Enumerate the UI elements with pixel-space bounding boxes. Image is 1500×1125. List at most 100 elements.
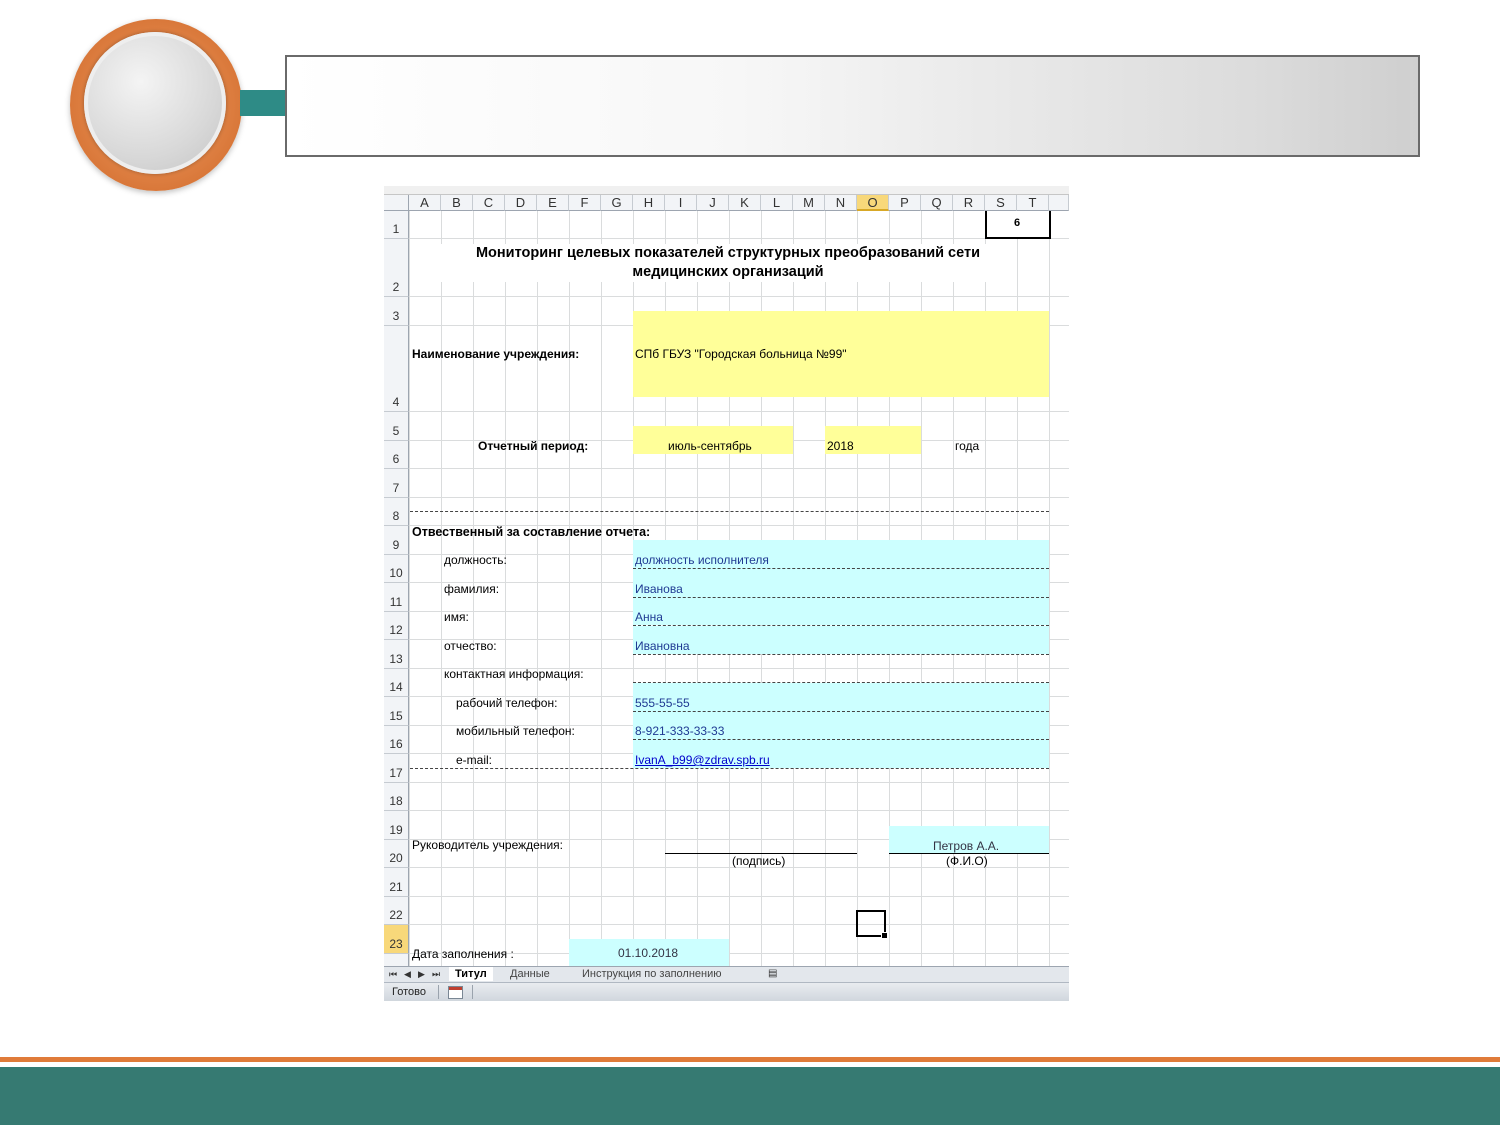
column-header[interactable]: P xyxy=(889,195,921,211)
column-header[interactable]: F xyxy=(569,195,601,211)
row-header[interactable]: 20 xyxy=(384,840,409,868)
field-value-surname[interactable]: Иванова xyxy=(635,582,683,596)
field-value-mobile[interactable]: 8-921-333-33-33 xyxy=(635,724,724,738)
row-header[interactable]: 22 xyxy=(384,897,409,925)
decorative-connector xyxy=(240,90,286,116)
date-value[interactable]: 01.10.2018 xyxy=(618,946,678,960)
macro-record-icon[interactable] xyxy=(448,986,463,999)
column-header[interactable]: C xyxy=(473,195,505,211)
column-header[interactable]: Q xyxy=(921,195,953,211)
period-value[interactable]: июль-сентябрь xyxy=(668,439,752,453)
column-header[interactable]: R xyxy=(953,195,985,211)
sheet-tab-bar: ⏮ ◀ ▶ ⏭ Титул Данные Инструкция по запол… xyxy=(384,966,1069,982)
status-bar: Готово xyxy=(384,982,1069,1001)
select-all-corner[interactable] xyxy=(384,195,409,211)
row-header[interactable]: 3 xyxy=(384,297,409,326)
spreadsheet-top-edge xyxy=(384,186,1069,195)
year-suffix: года xyxy=(955,439,980,453)
spreadsheet-screenshot: ABCDEFGHIJKLMNOPQRST 1 2 3 4 5 6 7 8 9 10 11 12 13 14… xyxy=(384,186,1069,1001)
fio-caption: (Ф.И.О) xyxy=(946,854,988,868)
date-label: Дата заполнения : xyxy=(412,947,514,961)
slide-title-box xyxy=(285,55,1420,157)
sheet-tab-title[interactable]: Титул xyxy=(449,967,493,981)
row-header[interactable]: 6 xyxy=(384,441,409,469)
column-header[interactable]: O xyxy=(857,195,889,211)
row-header[interactable]: 4 xyxy=(384,326,409,412)
row-gridline xyxy=(409,468,1069,469)
insert-sheet-icon[interactable]: ▤ xyxy=(768,967,777,981)
row-header[interactable]: 10 xyxy=(384,555,409,583)
field-value-patronymic[interactable]: Ивановна xyxy=(635,639,690,653)
sheet-tab-data[interactable]: Данные xyxy=(510,967,550,981)
status-divider xyxy=(472,985,473,999)
row-header[interactable]: 8 xyxy=(384,498,409,526)
institution-value[interactable]: СПб ГБУЗ "Городская больница №99" xyxy=(635,347,847,361)
page-number: 6 xyxy=(1014,217,1021,229)
row-header[interactable]: 17 xyxy=(384,754,409,783)
column-header[interactable]: D xyxy=(505,195,537,211)
row-gridline xyxy=(409,411,1069,412)
head-name[interactable]: Петров А.А. xyxy=(933,839,999,853)
responsible-fields-fill-b[interactable] xyxy=(633,626,1049,654)
field-value-email-link[interactable]: IvanA_b99@zdrav.spb.ru xyxy=(635,753,770,767)
row-header[interactable]: 14 xyxy=(384,669,409,697)
row-header[interactable]: 13 xyxy=(384,640,409,669)
year-value[interactable]: 2018 xyxy=(827,439,854,453)
column-header[interactable]: I xyxy=(665,195,697,211)
field-label-mobile: мобильный телефон: xyxy=(456,724,575,738)
next-sheet-icon[interactable]: ▶ xyxy=(418,967,425,981)
column-header[interactable]: B xyxy=(441,195,473,211)
field-label-email: e-mail: xyxy=(456,753,493,767)
column-header[interactable]: T xyxy=(1017,195,1049,211)
column-header[interactable]: N xyxy=(825,195,857,211)
row-header[interactable]: 9 xyxy=(384,526,409,555)
column-header[interactable]: G xyxy=(601,195,633,211)
status-text: Готово xyxy=(392,986,426,998)
row-header[interactable]: 21 xyxy=(384,868,409,897)
sheet-tab-instructions[interactable]: Инструкция по заполнению xyxy=(582,967,722,981)
field-value-name[interactable]: Анна xyxy=(635,610,663,624)
report-title: Мониторинг целевых показателей структурн… xyxy=(440,244,1016,282)
active-cell-cursor[interactable] xyxy=(856,910,888,939)
row-gridline xyxy=(409,896,1069,897)
row-header[interactable]: 15 xyxy=(384,697,409,726)
prev-sheet-icon[interactable]: ◀ xyxy=(404,967,411,981)
row-header[interactable]: 23 xyxy=(384,925,409,954)
column-header[interactable]: E xyxy=(537,195,569,211)
field-label-surname: фамилия: xyxy=(444,582,500,596)
row-header[interactable]: 18 xyxy=(384,783,409,811)
fill-handle[interactable] xyxy=(881,932,888,939)
last-sheet-icon[interactable]: ⏭ xyxy=(432,967,440,981)
column-header[interactable]: K xyxy=(729,195,761,211)
dotted-underline xyxy=(633,682,1049,683)
column-header[interactable]: H xyxy=(633,195,665,211)
row-header[interactable]: 11 xyxy=(384,583,409,612)
field-value-work-phone[interactable]: 555-55-55 xyxy=(635,696,690,710)
row-header[interactable]: 2 xyxy=(384,239,409,297)
row-gridline xyxy=(409,238,1069,239)
decorative-circle-inner xyxy=(84,32,226,174)
head-label: Руководитель учреждения: xyxy=(412,838,563,852)
first-sheet-icon[interactable]: ⏮ xyxy=(389,967,397,981)
dotted-underline xyxy=(633,711,1049,712)
column-header[interactable]: J xyxy=(697,195,729,211)
dotted-underline xyxy=(633,597,1049,598)
row-header[interactable]: 5 xyxy=(384,412,409,441)
row-header[interactable]: 7 xyxy=(384,469,409,498)
row-gridline xyxy=(409,497,1069,498)
institution-label: Наименование учреждения: xyxy=(412,347,580,361)
column-header[interactable]: L xyxy=(761,195,793,211)
column-header[interactable]: A xyxy=(409,195,441,211)
row-header[interactable]: 12 xyxy=(384,612,409,640)
row-header[interactable]: 19 xyxy=(384,811,409,840)
row-header[interactable]: 1 xyxy=(384,211,409,239)
row-header[interactable]: 16 xyxy=(384,726,409,754)
status-divider xyxy=(438,985,439,999)
column-header[interactable]: S xyxy=(985,195,1017,211)
row-gridline xyxy=(409,810,1069,811)
field-value-position[interactable]: должность исполнителя xyxy=(635,553,769,567)
field-label-contact: контактная информация: xyxy=(444,667,584,681)
decorative-circle xyxy=(70,19,242,191)
column-header[interactable]: M xyxy=(793,195,825,211)
period-label: Отчетный период: xyxy=(478,439,589,453)
